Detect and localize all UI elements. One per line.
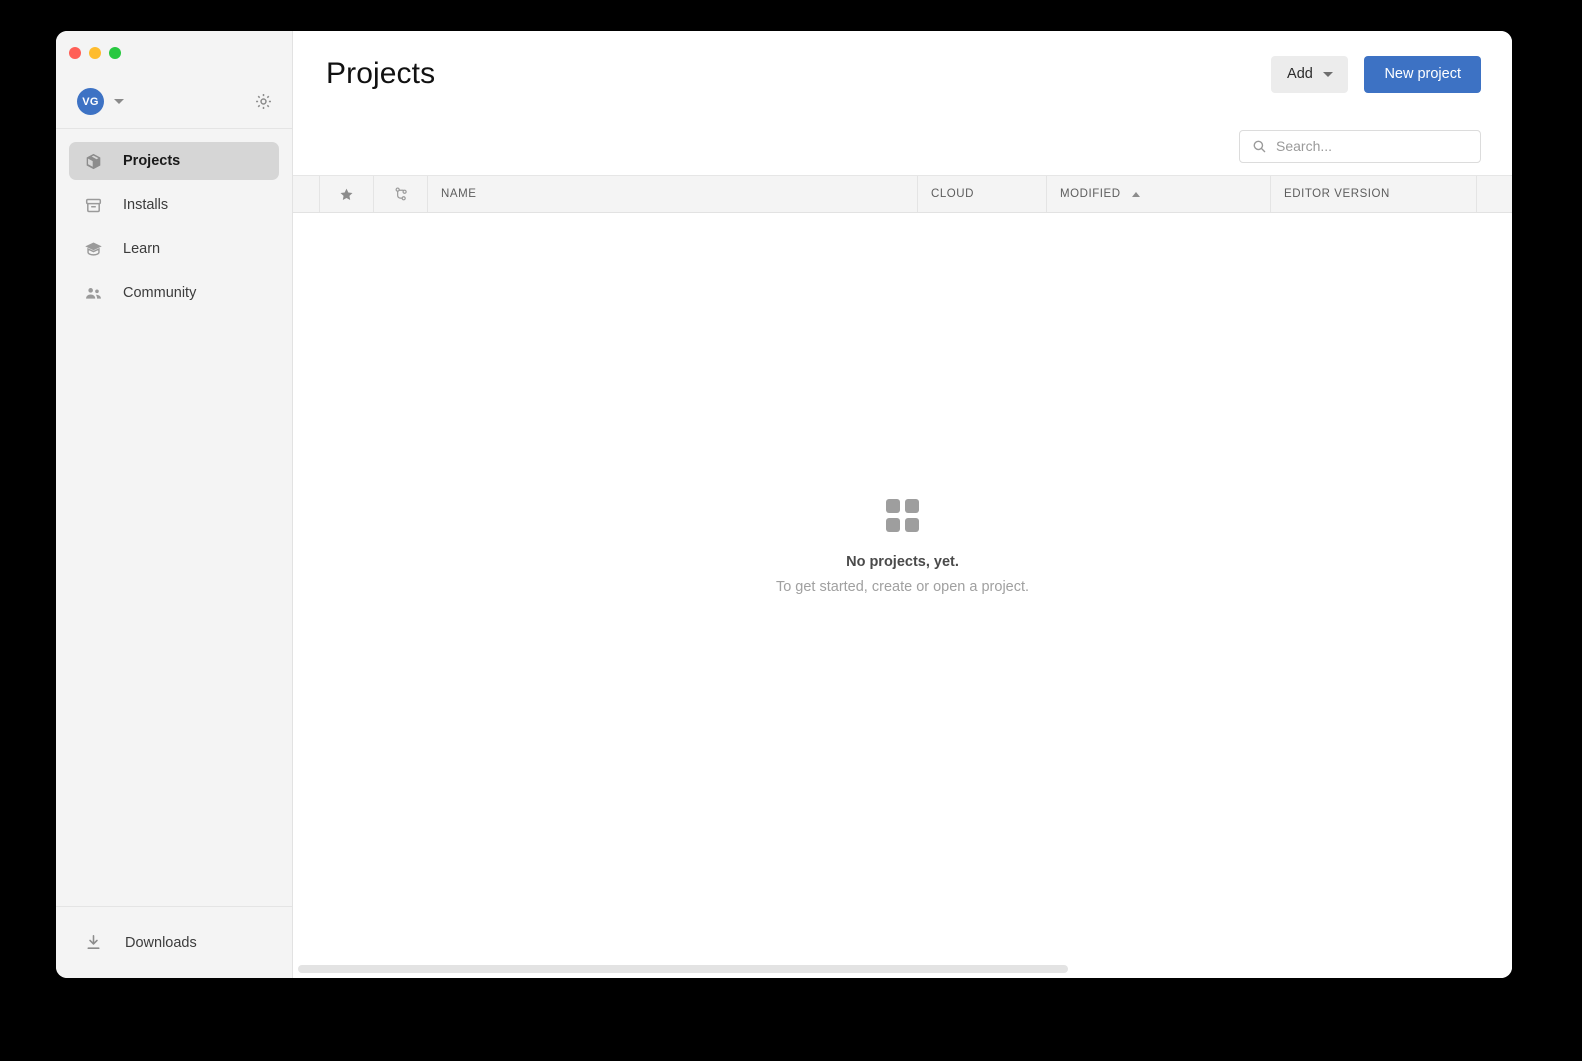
table-column-editor-version-label: EDITOR VERSION [1284,188,1390,200]
table-column-version-control[interactable] [374,176,428,212]
empty-state-title: No projects, yet. [846,554,959,570]
avatar[interactable]: VG [77,88,104,115]
chevron-down-icon[interactable] [114,99,124,104]
empty-state-subtitle: To get started, create or open a project… [775,579,1030,595]
sidebar: VG Projects Installs Learn Community Dow… [56,31,293,978]
main-header: Projects Add New project [293,31,1512,117]
table-column-name[interactable]: NAME [428,176,918,212]
sidebar-item-learn[interactable]: Learn [69,230,279,268]
sidebar-item-community[interactable]: Community [69,274,279,312]
page-title: Projects [326,57,436,90]
grid-cell [886,499,900,513]
main-content: Projects Add New project Search... NAME … [293,31,1512,978]
table-body: No projects, yet. To get started, create… [293,213,1512,978]
table-column-modified-label: MODIFIED [1060,188,1121,200]
git-branch-icon [393,186,409,202]
table-column-modified[interactable]: MODIFIED [1047,176,1271,212]
search-icon [1252,139,1267,154]
archive-icon [84,196,103,215]
account-row: VG [56,75,292,129]
add-button-label: Add [1287,66,1313,82]
sidebar-nav: Projects Installs Learn Community [56,129,292,906]
grid-cell [886,518,900,532]
grid-2x2-icon [886,499,919,532]
people-icon [84,284,103,303]
sidebar-item-label: Projects [123,153,181,169]
sidebar-item-label: Installs [123,197,169,213]
search-input[interactable] [1276,138,1470,154]
new-project-button[interactable]: New project [1364,55,1481,93]
table-column-name-label: NAME [441,188,477,200]
table-column-favorite[interactable] [320,176,374,212]
grid-cell [905,518,919,532]
sidebar-footer-label: Downloads [125,934,197,951]
graduation-cap-icon [84,240,103,259]
star-icon [339,187,354,202]
sidebar-item-installs[interactable]: Installs [69,186,279,224]
search-row [293,117,1512,175]
table-column-cloud-label: CLOUD [931,188,975,200]
search-box[interactable] [1239,129,1481,163]
download-icon [84,933,103,952]
horizontal-scrollbar-thumb[interactable] [298,965,1068,973]
maximize-button[interactable] [109,47,121,59]
minimize-button[interactable] [89,47,101,59]
sidebar-item-projects[interactable]: Projects [69,142,279,180]
table-column-spacer [293,176,320,212]
close-button[interactable] [69,47,81,59]
sidebar-item-label: Community [123,285,197,301]
gear-icon[interactable] [254,92,273,111]
window-controls [56,31,292,75]
table-header: NAME CLOUD MODIFIED EDITOR VERSION [293,175,1512,213]
empty-state: No projects, yet. To get started, create… [293,499,1512,595]
grid-cell [905,499,919,513]
table-column-actions [1477,176,1512,212]
chevron-down-icon [1322,71,1333,77]
unity-hub-window: VG Projects Installs Learn Community Dow… [56,31,1512,978]
table-column-editor-version[interactable]: EDITOR VERSION [1271,176,1477,212]
sidebar-item-label: Learn [123,241,161,257]
sidebar-item-downloads[interactable]: Downloads [56,906,292,978]
add-button[interactable]: Add [1271,55,1349,93]
horizontal-scrollbar-track[interactable] [298,965,1507,973]
table-column-cloud[interactable]: CLOUD [918,176,1047,212]
sort-ascending-icon [1131,191,1140,197]
cube-icon [84,152,103,171]
